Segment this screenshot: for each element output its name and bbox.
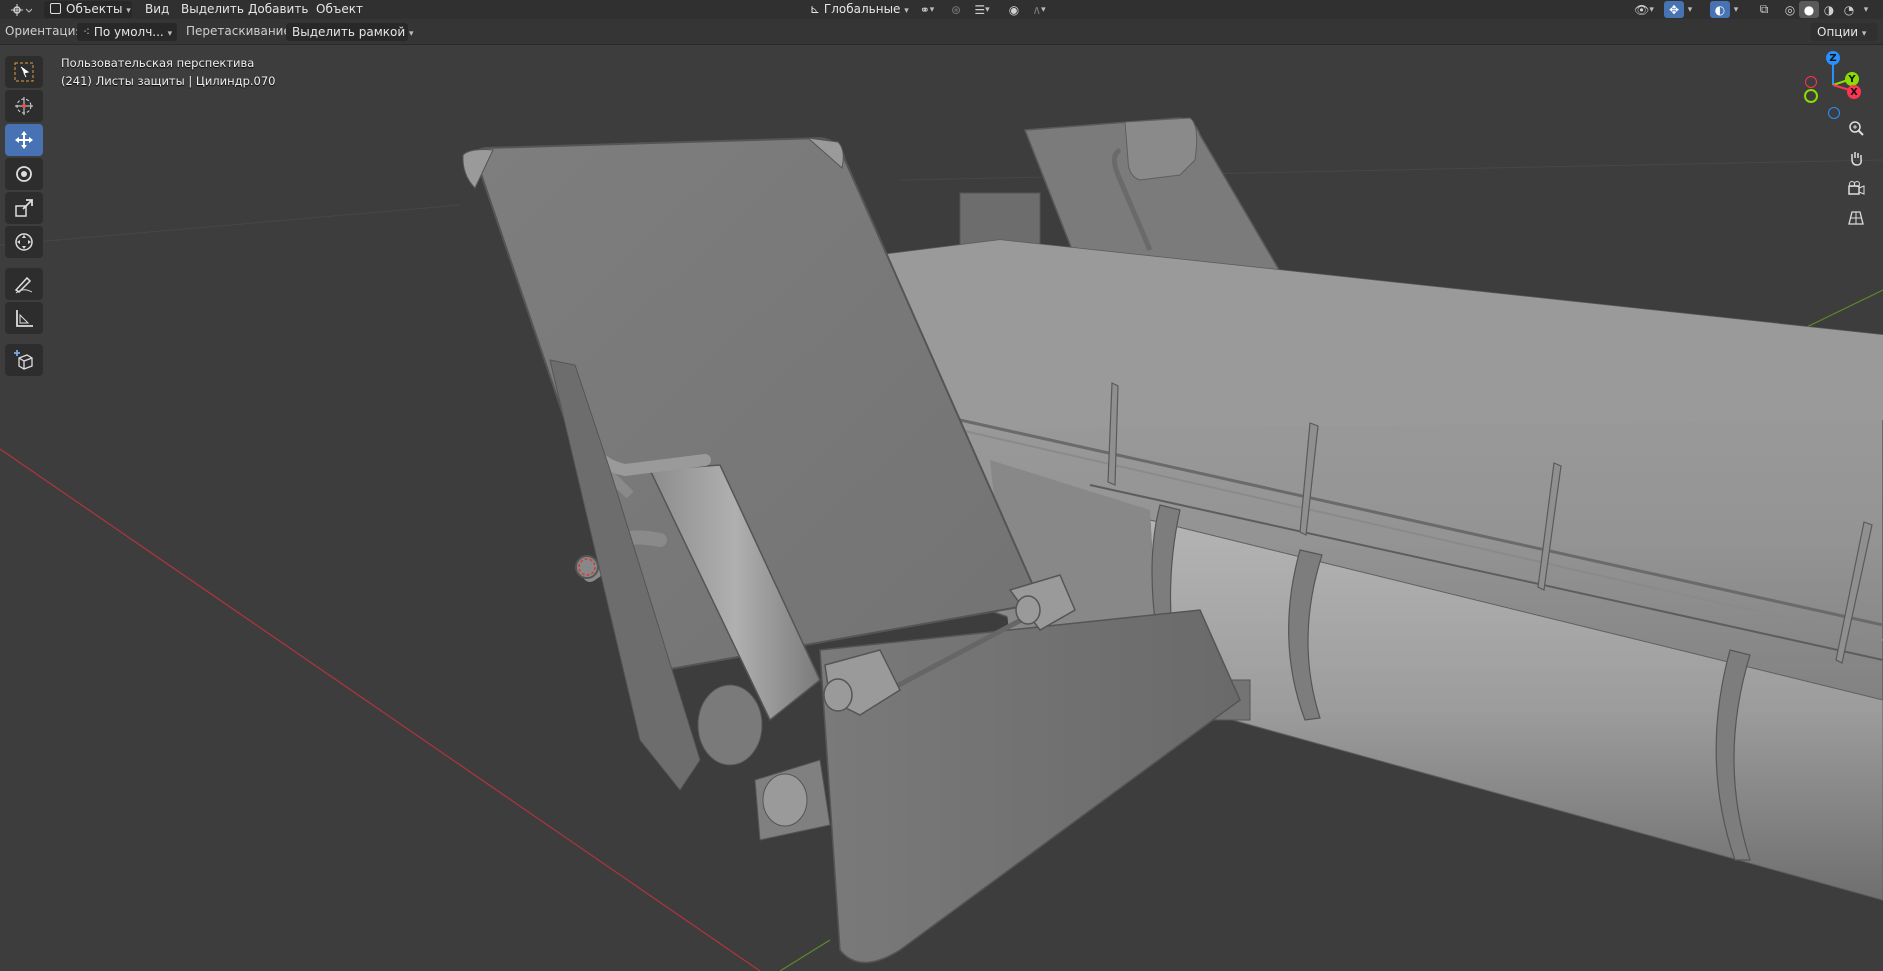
transform-orientation-label: Глобальные (823, 2, 901, 16)
rotate-icon (16, 166, 32, 182)
rotate-tool[interactable] (5, 158, 43, 190)
move-icon (15, 131, 33, 149)
gizmo-y-axis[interactable]: Y (1845, 72, 1859, 86)
material-shading-icon[interactable]: ◑ (1819, 1, 1839, 18)
gizmo-neg-y-axis[interactable] (1804, 89, 1818, 103)
rendered-shading-icon[interactable]: ◔ (1839, 1, 1859, 18)
drag-dropdown[interactable]: Выделить рамкой ▾ (286, 23, 414, 41)
menu-add[interactable]: Добавить (246, 0, 310, 19)
chevron-down-icon: ▾ (1861, 29, 1867, 39)
orientation-label: Ориентация: (5, 24, 87, 38)
menu-select[interactable]: Выделить (179, 0, 246, 19)
drag-value: Выделить рамкой (292, 25, 406, 39)
gizmo-neg-z-axis[interactable] (1828, 107, 1840, 119)
proportional-edit-icon[interactable]: ◉ (1004, 1, 1024, 18)
cursor-icon (15, 97, 33, 115)
mode-dropdown[interactable]: Объекты ▾ (44, 1, 132, 18)
overlays-dropdown-icon[interactable]: ▾ (1730, 1, 1742, 18)
overlays-toggle-icon[interactable]: ◐ (1710, 1, 1730, 18)
chevron-down-icon: ▾ (408, 29, 414, 39)
transform-orientation-dropdown[interactable]: ⊾ Глобальные ▾ (804, 1, 909, 18)
chevron-down-icon: ▾ (167, 29, 173, 39)
annotate-icon (14, 276, 33, 294)
axis-icon: ⁖ (83, 25, 91, 39)
editor-type-icon[interactable] (6, 1, 36, 18)
orientation-value: По умолч... (93, 25, 164, 39)
gizmo-toggle-icon[interactable]: ✥ (1664, 1, 1684, 18)
cursor-tool[interactable] (5, 90, 43, 122)
move-tool[interactable] (5, 124, 43, 156)
gizmo-x-axis[interactable]: X (1847, 85, 1861, 99)
scale-icon (15, 199, 33, 217)
drag-label: Перетаскивание: (186, 24, 295, 38)
scale-tool[interactable] (5, 192, 43, 224)
snap-target-icon[interactable]: ☰ ▾ (966, 1, 998, 18)
chevron-down-icon: ▾ (904, 6, 909, 16)
mode-label: Объекты (66, 2, 123, 16)
scene-render (0, 117, 1883, 971)
gizmo-neg-x-axis[interactable] (1805, 76, 1817, 88)
transform-tool[interactable] (5, 226, 43, 258)
measure-icon (16, 310, 33, 327)
zoom-icon[interactable] (1843, 115, 1869, 141)
viewport-header: Объекты ▾ Вид Выделить Добавить Объект ⊾… (0, 0, 1883, 19)
camera-view-icon[interactable] (1843, 175, 1869, 201)
solid-shading-icon[interactable]: ● (1799, 1, 1819, 18)
gizmo-dropdown-icon[interactable]: ▾ (1684, 1, 1696, 18)
orientation-icon: ⊾ (810, 2, 821, 16)
select-box-icon (14, 62, 34, 82)
orientation-dropdown[interactable]: ⁖ По умолч... ▾ (77, 23, 177, 41)
object-info: (241) Листы защиты | Цилиндр.070 (61, 74, 276, 88)
snap-icon[interactable]: ⊛ (946, 1, 966, 18)
3d-viewport[interactable]: Пользовательская перспектива (241) Листы… (0, 45, 1883, 971)
tool-settings-bar: Ориентация: ⁖ По умолч... ▾ Перетаскиван… (0, 19, 1883, 45)
view-name: Пользовательская перспектива (61, 56, 255, 70)
menu-object[interactable]: Объект (314, 0, 365, 19)
options-label: Опции (1817, 25, 1859, 39)
add-cube-tool[interactable] (5, 344, 43, 376)
shading-dropdown-icon[interactable]: ▾ (1859, 1, 1873, 18)
measure-tool[interactable] (5, 302, 43, 334)
select-box-tool[interactable] (5, 56, 43, 88)
falloff-icon[interactable]: ∧ ▾ (1024, 1, 1054, 18)
wireframe-shading-icon[interactable]: ◎ (1780, 1, 1800, 18)
annotate-tool[interactable] (5, 268, 43, 300)
visibility-icon[interactable]: 👁 ▾ (1628, 1, 1660, 18)
xray-toggle-icon[interactable]: ⧉ (1754, 1, 1774, 18)
transform-icon (15, 233, 33, 251)
chevron-down-icon: ▾ (126, 6, 131, 16)
object-mode-icon (50, 3, 61, 14)
gizmo-z-axis[interactable]: Z (1826, 51, 1840, 65)
add-cube-icon (14, 350, 33, 370)
menu-view[interactable]: Вид (143, 0, 171, 19)
options-dropdown[interactable]: Опции ▾ (1811, 23, 1877, 41)
pan-hand-icon[interactable] (1843, 145, 1869, 171)
pivot-point-icon[interactable]: ⚭ ▾ (913, 1, 941, 18)
perspective-grid-icon[interactable] (1843, 205, 1869, 231)
